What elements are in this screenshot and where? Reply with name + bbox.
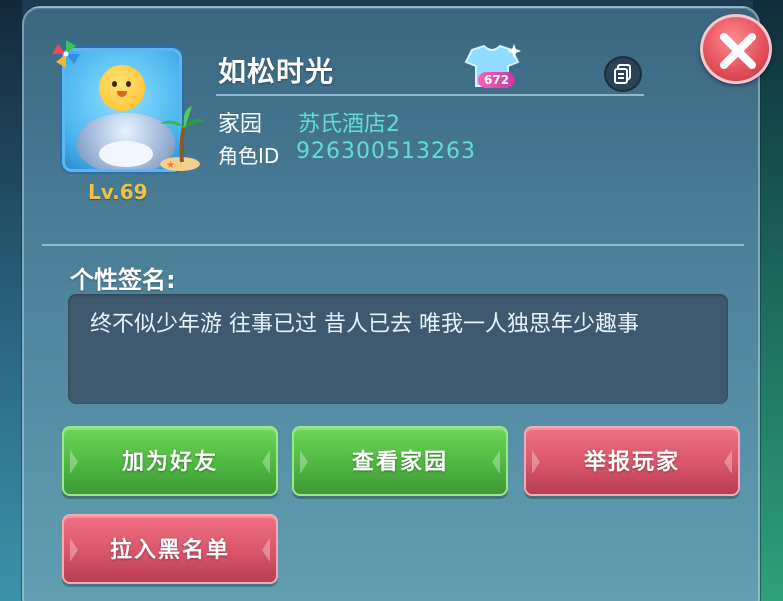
button-cap-left xyxy=(532,450,540,474)
report-player-label: 举报玩家 xyxy=(583,450,680,475)
home-label: 家园 xyxy=(218,112,263,137)
chick-mouth xyxy=(117,91,127,97)
svg-text:★: ★ xyxy=(166,160,175,171)
copy-icon xyxy=(614,64,631,84)
close-icon xyxy=(720,33,756,69)
chick-eye-left xyxy=(112,81,117,87)
button-cap-right xyxy=(262,538,270,562)
chick-figure xyxy=(99,65,145,111)
section-divider xyxy=(42,244,744,246)
add-friend-button[interactable]: 加为好友 xyxy=(62,426,278,496)
signature-title: 个性签名: xyxy=(70,266,176,294)
name-divider xyxy=(216,94,644,96)
button-cap-left xyxy=(70,538,78,562)
outfit-count-badge: 672 xyxy=(478,72,516,88)
button-cap-right xyxy=(262,450,270,474)
button-cap-right xyxy=(724,450,732,474)
player-level: Lv.69 xyxy=(88,180,148,204)
blacklist-label: 拉入黑名单 xyxy=(109,538,230,563)
close-button[interactable] xyxy=(700,14,772,84)
player-name: 如松时光 xyxy=(218,55,335,88)
palm-tree-icon: ★ xyxy=(160,106,204,171)
home-name-link[interactable]: 苏氏酒店2 xyxy=(298,106,400,138)
copy-id-button[interactable] xyxy=(604,56,642,92)
role-id-label: 角色ID xyxy=(218,144,280,168)
button-cap-left xyxy=(300,450,308,474)
view-home-button[interactable]: 查看家园 xyxy=(292,426,508,496)
pinwheel-icon xyxy=(52,40,80,68)
view-home-label: 查看家园 xyxy=(351,450,448,475)
role-id-value: 926300513263 xyxy=(296,139,476,164)
report-player-button[interactable]: 举报玩家 xyxy=(524,426,740,496)
chick-eye-right xyxy=(126,81,131,87)
button-cap-left xyxy=(70,450,78,474)
signature-text: 终不似少年游 往事已过 昔人已去 唯我一人独思年少趣事 xyxy=(90,312,639,337)
add-friend-label: 加为好友 xyxy=(121,450,218,475)
whale-belly xyxy=(99,141,153,167)
blacklist-button[interactable]: 拉入黑名单 xyxy=(62,514,278,584)
background-left xyxy=(0,0,22,601)
button-cap-right xyxy=(492,450,500,474)
